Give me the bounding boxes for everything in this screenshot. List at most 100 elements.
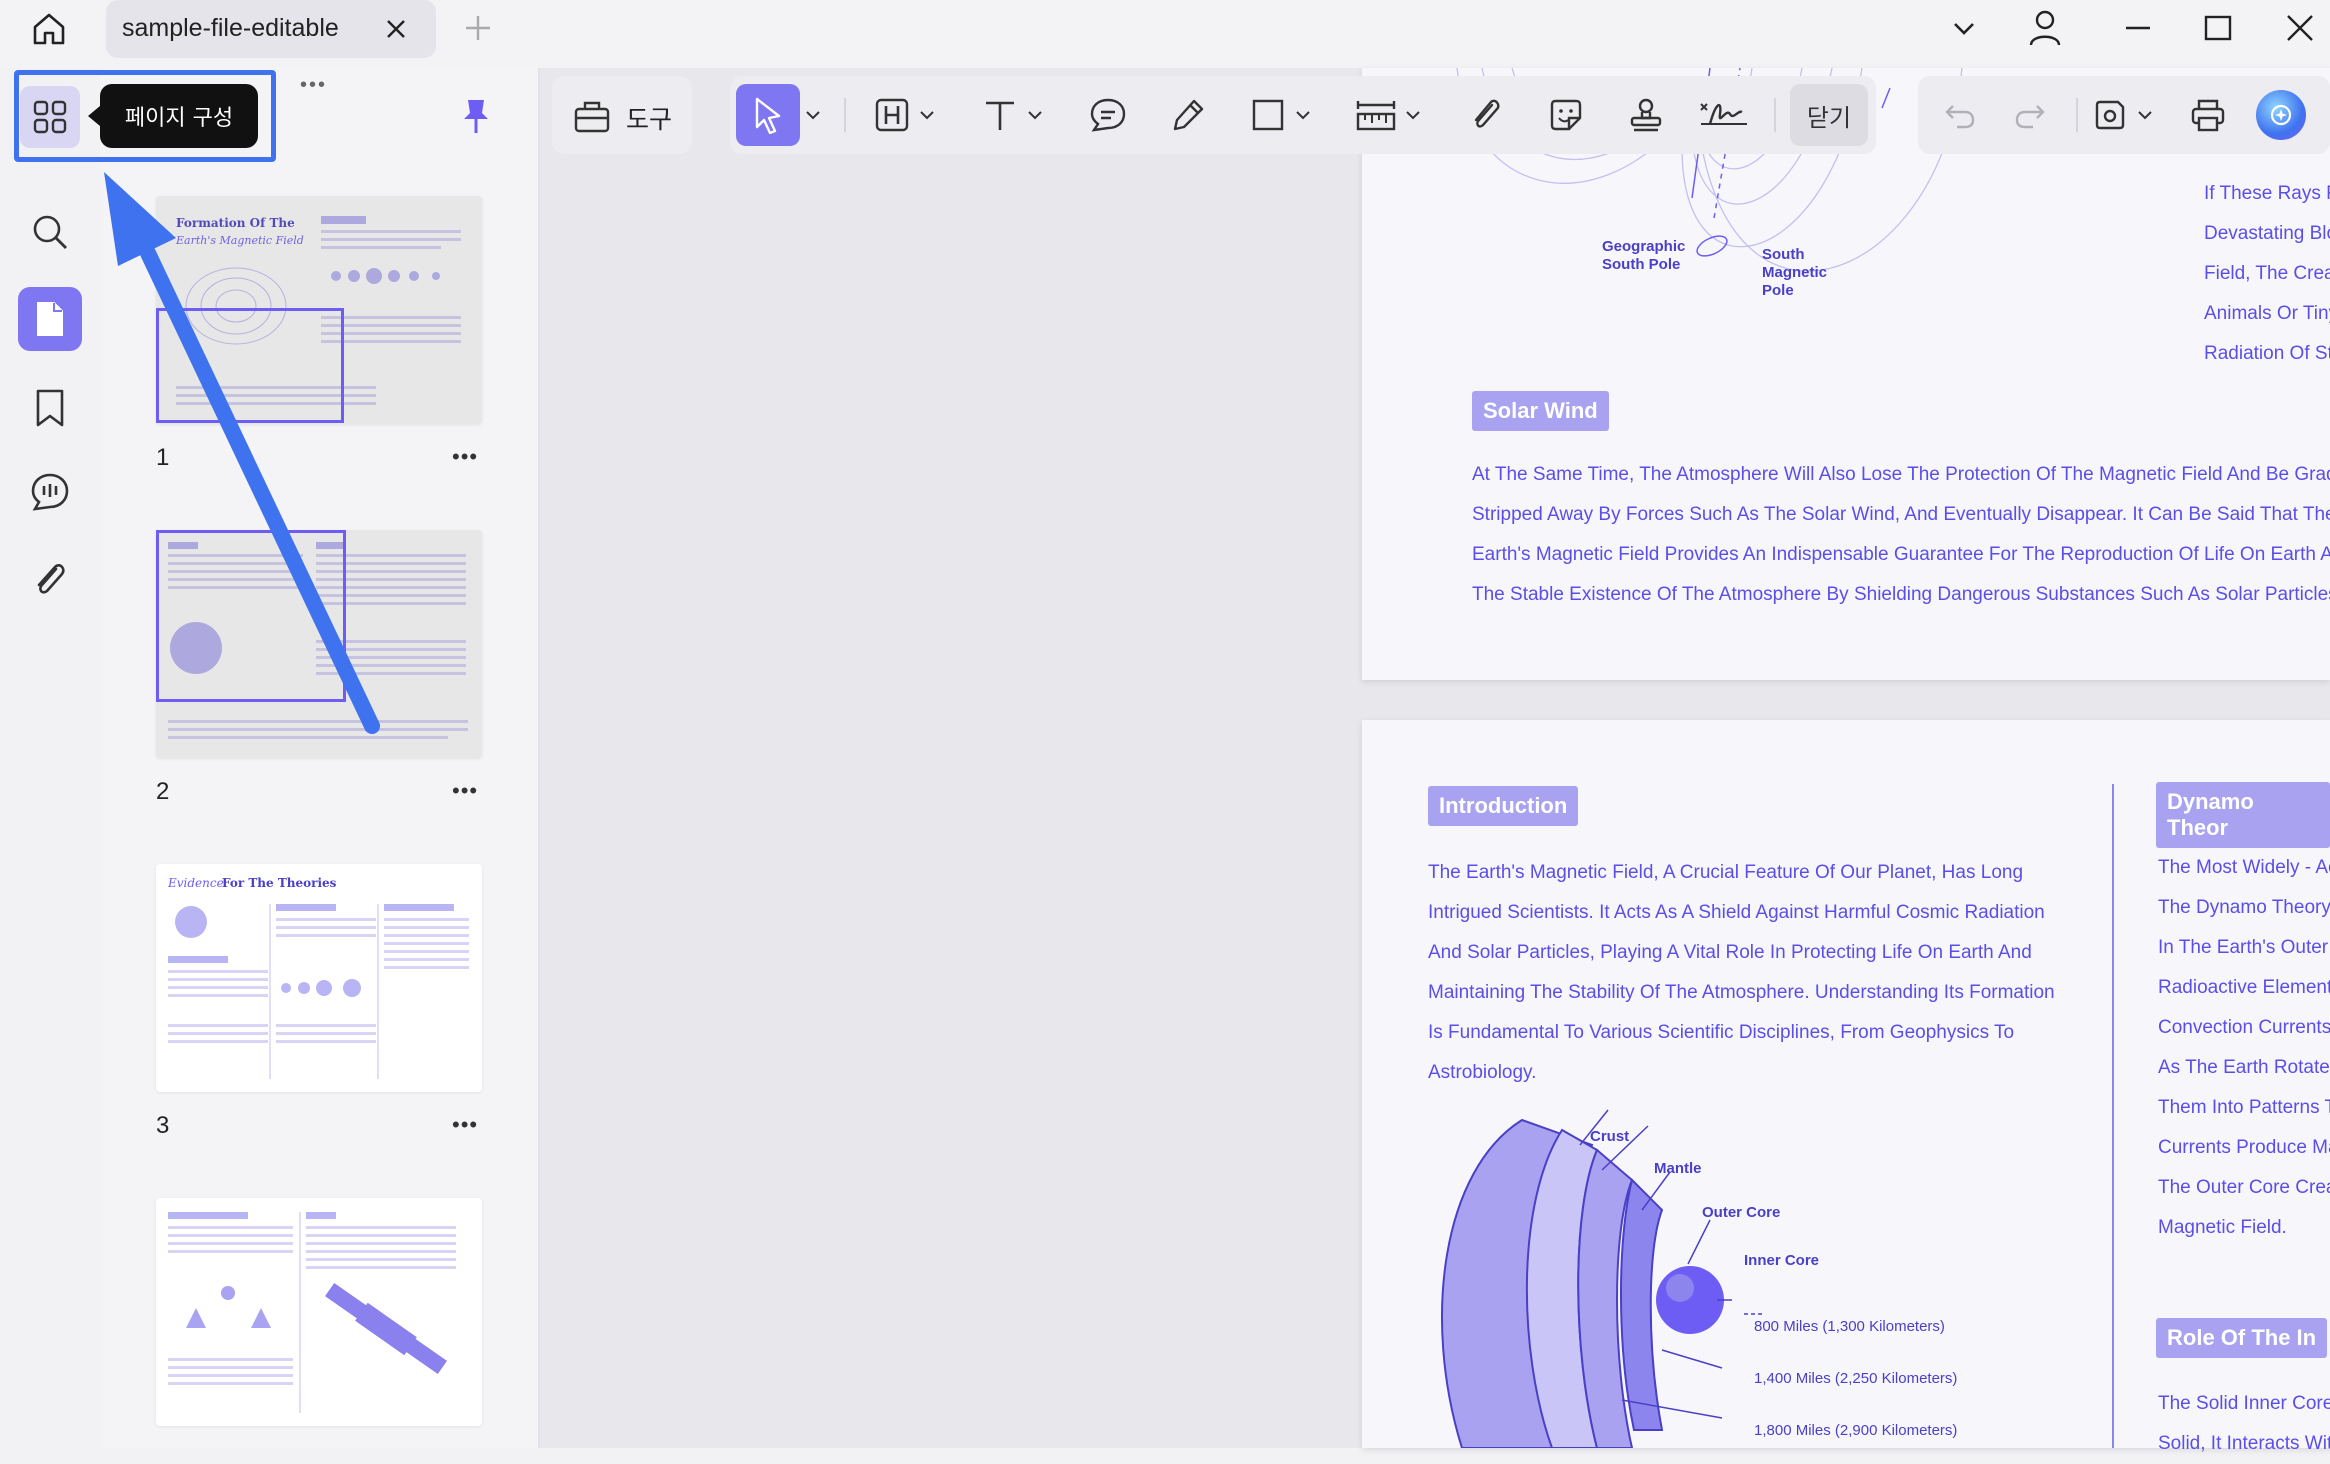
text-line: Stripped Away By Forces Such As The Sola… xyxy=(1472,504,2330,525)
column-divider xyxy=(2112,784,2114,1448)
annotation-toolbar: 닫기 xyxy=(730,76,1876,154)
text-line: As The Earth Rotates xyxy=(2158,1057,2330,1078)
chevron-down-icon[interactable] xyxy=(1402,102,1424,128)
text-line: Devastating Blo xyxy=(2204,223,2330,244)
tools-menu-button[interactable]: 도구 xyxy=(552,76,692,154)
page-number: 1 xyxy=(156,444,170,471)
shape-tool-icon[interactable] xyxy=(1246,94,1290,136)
text-line: Maintaining The Stability Of The Atmosph… xyxy=(1428,982,2055,1003)
distance-label-3: 1,800 Miles (2,900 Kilometers) xyxy=(1754,1422,1958,1439)
redo-icon[interactable] xyxy=(2008,94,2052,136)
toolbar-divider xyxy=(1774,98,1776,132)
text-line: Radioactive Element xyxy=(2158,977,2330,998)
measure-tool-icon[interactable] xyxy=(1352,94,1400,136)
page-thumbnails-button[interactable] xyxy=(18,287,82,351)
page-thumbnail-4[interactable] xyxy=(156,1198,482,1426)
text-line: The Earth's Magnetic Field, A Crucial Fe… xyxy=(1428,862,2024,883)
left-rail xyxy=(0,68,100,1448)
south-pole-label: South Pole xyxy=(1602,256,1681,273)
page-more-options[interactable]: ••• xyxy=(452,778,478,804)
south-label: South xyxy=(1762,246,1805,263)
distance-label-1: 800 Miles (1,300 Kilometers) xyxy=(1754,1318,1945,1335)
close-toolbar-button[interactable]: 닫기 xyxy=(1790,84,1868,146)
chevron-down-icon[interactable] xyxy=(802,102,824,128)
undo-icon[interactable] xyxy=(1938,94,1982,136)
chevron-down-icon[interactable] xyxy=(1944,8,1984,48)
pole-label: Pole xyxy=(1762,282,1794,299)
distance-label-2: 1,400 Miles (2,250 Kilometers) xyxy=(1754,1370,1958,1387)
text-line: The Most Widely - Ac xyxy=(2158,857,2330,878)
new-tab-icon[interactable] xyxy=(460,10,496,46)
page-number: 2 xyxy=(156,778,170,805)
page-thumbnail-3[interactable]: Evidence For The Theories xyxy=(156,864,482,1092)
inner-core-label: Inner Core xyxy=(1744,1252,1820,1269)
text-line: Intrigued Scientists. It Acts As A Shiel… xyxy=(1428,902,2045,923)
text-line: Solid, It Interacts Wit xyxy=(2158,1433,2330,1454)
pin-icon[interactable] xyxy=(456,94,496,138)
sticker-icon[interactable] xyxy=(1544,94,1588,136)
close-tab-icon[interactable] xyxy=(378,12,414,46)
text-line: Field, The Crea xyxy=(2204,263,2330,284)
attachment-icon[interactable] xyxy=(26,556,74,604)
page-more-options[interactable]: ••• xyxy=(452,1112,478,1138)
stamp-icon[interactable] xyxy=(1624,94,1668,136)
viewport-indicator-2[interactable] xyxy=(156,530,346,702)
comment-tool-icon[interactable] xyxy=(1086,94,1130,136)
print-icon[interactable] xyxy=(2186,94,2230,136)
text-tool-icon[interactable] xyxy=(978,94,1022,136)
text-line: The Solid Inner Core xyxy=(2158,1393,2330,1414)
panel-drag-handle[interactable]: ••• xyxy=(300,74,327,97)
search-icon[interactable] xyxy=(26,208,74,256)
text-line: Convection Currents xyxy=(2158,1017,2330,1038)
comment-icon[interactable] xyxy=(26,468,74,516)
tab-title: sample-file-editable xyxy=(122,14,339,42)
ai-assistant-icon[interactable] xyxy=(2256,90,2306,140)
close-window-icon[interactable] xyxy=(2280,8,2320,48)
role-heading: Role Of The In xyxy=(2156,1318,2328,1358)
tooltip-text: 페이지 구성 xyxy=(124,106,234,131)
highlight-tool-icon[interactable] xyxy=(870,94,914,136)
page-more-options[interactable]: ••• xyxy=(452,444,478,470)
file-toolbar xyxy=(1918,76,2330,154)
cursor-icon xyxy=(755,97,781,134)
save-icon[interactable] xyxy=(2088,94,2132,136)
chevron-down-icon[interactable] xyxy=(1292,102,1314,128)
bookmark-icon[interactable] xyxy=(26,384,74,432)
introduction-heading: Introduction xyxy=(1428,786,1579,826)
introduction-paragraph: The Earth's Magnetic Field, A Crucial Fe… xyxy=(1428,853,2055,1093)
thumb-content-art xyxy=(168,904,469,1079)
chevron-down-icon[interactable] xyxy=(916,102,938,128)
user-account-icon[interactable] xyxy=(2024,6,2066,50)
viewport-indicator[interactable] xyxy=(156,308,344,423)
magnetic-label: Magnetic xyxy=(1762,264,1828,281)
document-page-1: Geographic South Pole South Magnetic Pol… xyxy=(1362,68,2330,680)
toolbar-divider xyxy=(2076,98,2078,132)
select-tool-button[interactable] xyxy=(736,84,800,146)
text-line: Currents Produce Ma xyxy=(2158,1137,2330,1158)
document-tab[interactable]: sample-file-editable xyxy=(106,0,436,58)
text-line: If These Rays F xyxy=(2204,183,2330,204)
maximize-icon[interactable] xyxy=(2198,8,2238,48)
minimize-icon[interactable] xyxy=(2118,8,2158,48)
text-line: The Dynamo Theory. xyxy=(2158,897,2330,918)
text-line: Earth's Magnetic Field Provides An Indis… xyxy=(1472,544,2330,565)
thumb-content-art xyxy=(168,1212,456,1413)
dynamo-heading: Dynamo Theor xyxy=(2156,782,2330,848)
role-paragraph: The Solid Inner Core Solid, It Interacts… xyxy=(2158,1384,2330,1464)
outer-core-label: Outer Core xyxy=(1702,1204,1781,1221)
home-icon[interactable] xyxy=(24,6,74,52)
chevron-down-icon[interactable] xyxy=(1024,102,1046,128)
toolbar-divider xyxy=(844,98,846,132)
text-line: The Stable Existence Of The Atmosphere B… xyxy=(1472,584,2330,605)
text-line: Magnetic Field. xyxy=(2158,1217,2287,1238)
chevron-down-icon[interactable] xyxy=(2134,102,2156,128)
text-line: And Solar Particles, Playing A Vital Rol… xyxy=(1428,942,2032,963)
pen-tool-icon[interactable] xyxy=(1166,94,1210,136)
solar-wind-heading: Solar Wind xyxy=(1472,391,1609,431)
text-line: Animals Or Tiny xyxy=(2204,303,2330,324)
attach-file-icon[interactable] xyxy=(1464,94,1508,136)
document-page-2: Introduction The Earth's Magnetic Field,… xyxy=(1362,720,2330,1454)
page-icon xyxy=(37,302,63,336)
tooltip-pointer xyxy=(88,106,100,126)
signature-icon[interactable] xyxy=(1696,94,1752,136)
